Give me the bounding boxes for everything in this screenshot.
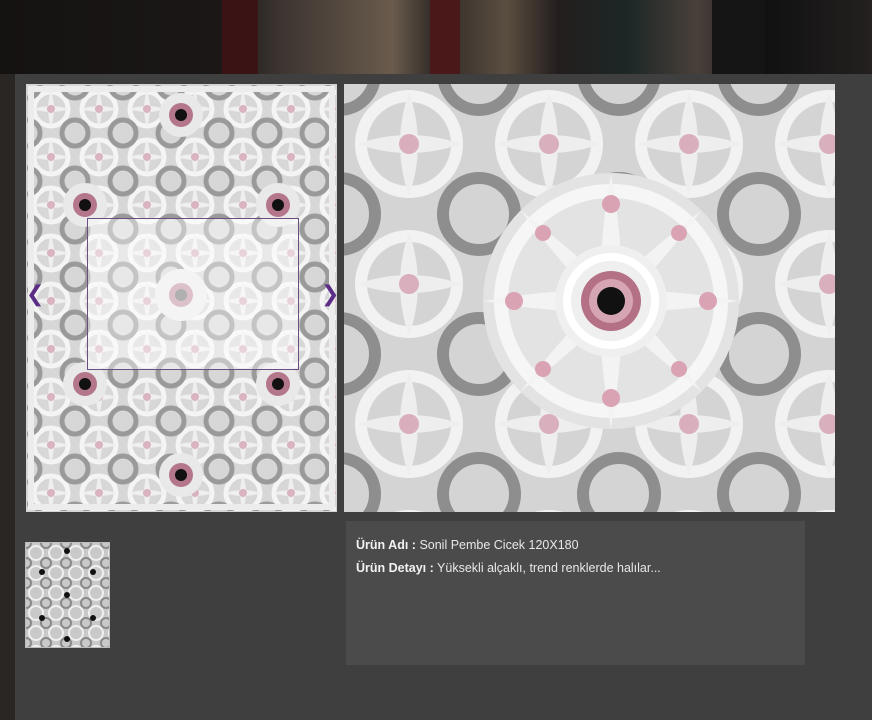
product-thumbnail[interactable] [25,542,110,648]
product-name-row: Ürün Adı : Sonil Pembe Cicek 120X180 [356,538,579,552]
zoom-lens[interactable] [87,218,299,370]
backdrop-stripe [430,0,460,74]
chevron-right-icon[interactable]: ❯ [321,284,339,306]
backdrop-stripe [712,0,764,74]
product-detail-value: Yüksekli alçaklı, trend renklerde halıla… [437,561,661,575]
backdrop-stripe [222,0,258,74]
product-name-label: Ürün Adı : [356,538,416,552]
chevron-left-icon[interactable]: ❮ [26,284,44,306]
thumbnail-pattern [26,543,109,647]
product-info-panel: Ürün Adı : Sonil Pembe Cicek 120X180 Ürü… [346,521,805,665]
rug-zoom-pattern [344,84,835,512]
product-detail-row: Ürün Detayı : Yüksekli alçaklı, trend re… [356,561,661,575]
product-detail-label: Ürün Detayı : [356,561,434,575]
zoom-detail-image [344,84,835,512]
product-name-value: Sonil Pembe Cicek 120X180 [419,538,579,552]
